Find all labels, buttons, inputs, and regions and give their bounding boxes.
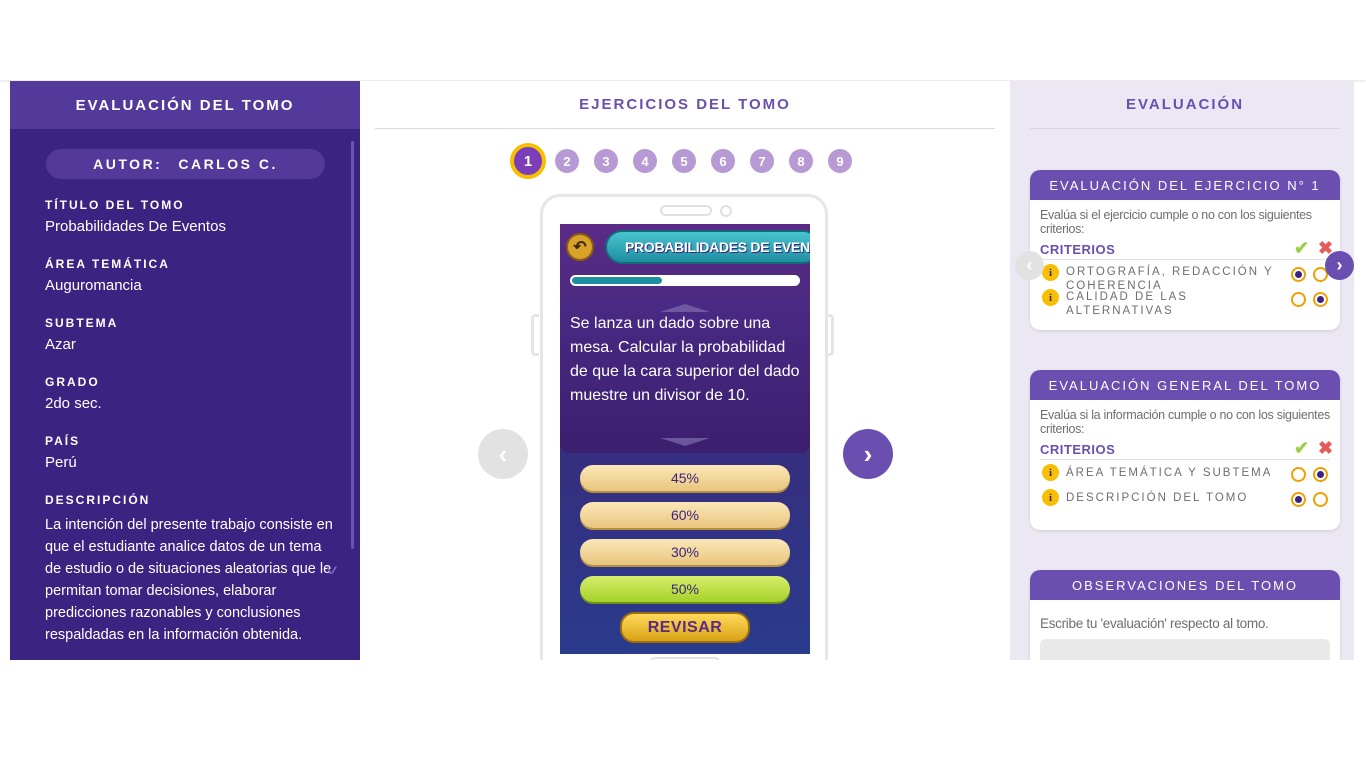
criterion-yes-radio[interactable] bbox=[1291, 492, 1306, 507]
criterion-yes-radio[interactable] bbox=[1291, 467, 1306, 482]
game-screen: PROBABILIDADES DE EVENTOS ↶ Se lanza un … bbox=[560, 224, 810, 654]
observations-card: OBSERVACIONES DEL TOMO Escribe tu 'evalu… bbox=[1030, 570, 1340, 660]
observations-prompt: Escribe tu 'evaluación' respecto al tomo… bbox=[1040, 616, 1269, 631]
field-label-area: ÁREA TEMÁTICA bbox=[45, 257, 170, 271]
exercise-number-3[interactable]: 3 bbox=[594, 149, 618, 173]
exercise-number-5[interactable]: 5 bbox=[672, 149, 696, 173]
top-bar bbox=[0, 0, 1366, 80]
answer-option-3[interactable]: 30% bbox=[580, 539, 790, 565]
card-title: EVALUACIÓN GENERAL DEL TOMO bbox=[1030, 370, 1340, 400]
observations-textarea[interactable] bbox=[1040, 639, 1330, 660]
card-title: OBSERVACIONES DEL TOMO bbox=[1030, 570, 1340, 600]
phone-camera bbox=[720, 205, 732, 217]
card-title: EVALUACIÓN DEL EJERCICIO N° 1 bbox=[1030, 170, 1340, 200]
author-badge: AUTOR: CARLOS C. bbox=[46, 149, 325, 179]
criterion-no-radio[interactable] bbox=[1313, 292, 1328, 307]
field-value-country: Perú bbox=[45, 454, 77, 471]
exercise-number-4[interactable]: 4 bbox=[633, 149, 657, 173]
criterion-row: i DESCRIPCIÓN DEL TOMO bbox=[1040, 485, 1330, 510]
info-icon[interactable]: i bbox=[1042, 264, 1059, 281]
info-icon[interactable]: i bbox=[1042, 489, 1059, 506]
chevron-down-icon[interactable]: v bbox=[326, 561, 337, 577]
phone-side-button-left bbox=[531, 314, 539, 356]
panel-title: EVALUACIÓN DEL TOMO bbox=[10, 81, 360, 129]
field-label-title: TÍTULO DEL TOMO bbox=[45, 198, 185, 212]
exercise-number-7[interactable]: 7 bbox=[750, 149, 774, 173]
general-evaluation-card: EVALUACIÓN GENERAL DEL TOMO Evalúa si la… bbox=[1030, 370, 1340, 530]
exercise-number-2[interactable]: 2 bbox=[555, 149, 579, 173]
field-label-country: PAÍS bbox=[45, 434, 81, 448]
exercise-evaluation-card: EVALUACIÓN DEL EJERCICIO N° 1 Evalúa si … bbox=[1030, 170, 1340, 330]
author-label: AUTOR: bbox=[93, 156, 163, 172]
question-text: Se lanza un dado sobre una mesa. Calcula… bbox=[560, 298, 810, 453]
exercise-number-1[interactable]: 1 bbox=[510, 143, 546, 179]
game-title: PROBABILIDADES DE EVENTOS bbox=[605, 230, 810, 264]
criterion-label: CALIDAD DE LAS ALTERNATIVAS bbox=[1066, 291, 1188, 317]
panel-scrollbar[interactable] bbox=[351, 141, 354, 549]
criteria-header: CRITERIOS ✔ ✖ bbox=[1040, 438, 1334, 460]
card-intro: Evalúa si la información cumple o no con… bbox=[1040, 408, 1330, 436]
book-fields: TÍTULO DEL TOMO Probabilidades De Evento… bbox=[45, 196, 335, 646]
criteria-header: CRITERIOS ✔ ✖ bbox=[1040, 238, 1333, 260]
exercises-title: EJERCICIOS DEL TOMO bbox=[375, 81, 995, 129]
card-intro: Evalúa si el ejercicio cumple o no con l… bbox=[1040, 208, 1312, 236]
field-value-subtopic: Azar bbox=[45, 336, 76, 353]
exercise-pager: 1 2 3 4 5 6 7 8 9 bbox=[510, 143, 867, 179]
review-button[interactable]: REVISAR bbox=[620, 612, 750, 643]
exercise-number-8[interactable]: 8 bbox=[789, 149, 813, 173]
chevron-left-icon[interactable]: ‹ bbox=[478, 429, 528, 479]
exercise-number-6[interactable]: 6 bbox=[711, 149, 735, 173]
progress-fill bbox=[572, 277, 663, 284]
check-icon: ✔ bbox=[1294, 238, 1310, 258]
criterion-label: ÁREA TEMÁTICA Y SUBTEMA bbox=[1066, 467, 1273, 479]
criterion-row: i CALIDAD DE LAS ALTERNATIVAS bbox=[1040, 285, 1330, 317]
bottom-area bbox=[0, 660, 1366, 768]
phone-side-button-right bbox=[826, 314, 834, 356]
field-value-grade: 2do sec. bbox=[45, 395, 102, 412]
chevron-right-icon[interactable]: › bbox=[843, 429, 893, 479]
answer-option-1[interactable]: 45% bbox=[580, 465, 790, 491]
criterion-no-radio[interactable] bbox=[1313, 467, 1328, 482]
criterion-yes-radio[interactable] bbox=[1291, 267, 1306, 282]
field-label-description: DESCRIPCIÓN bbox=[45, 493, 151, 507]
criteria-label: CRITERIOS bbox=[1040, 442, 1116, 457]
evaluation-title: EVALUACIÓN bbox=[1030, 81, 1340, 129]
answer-option-2[interactable]: 60% bbox=[580, 502, 790, 528]
evaluation-panel: EVALUACIÓN EVALUACIÓN DEL EJERCICIO N° 1… bbox=[1010, 81, 1354, 660]
author-name: CARLOS C. bbox=[178, 156, 278, 172]
field-label-subtopic: SUBTEMA bbox=[45, 316, 119, 330]
book-info-panel: EVALUACIÓN DEL TOMO AUTOR: CARLOS C. TÍT… bbox=[10, 81, 360, 660]
field-value-area: Auguromancia bbox=[45, 277, 142, 294]
criterion-row: i ORTOGRAFÍA, REDACCIÓN Y COHERENCIA bbox=[1040, 260, 1330, 292]
chevron-right-icon[interactable]: › bbox=[1325, 251, 1354, 280]
undo-arrow-icon[interactable]: ↶ bbox=[566, 233, 594, 261]
criteria-label: CRITERIOS bbox=[1040, 242, 1116, 257]
cross-icon: ✖ bbox=[1318, 438, 1334, 458]
criterion-label: DESCRIPCIÓN DEL TOMO bbox=[1066, 492, 1249, 504]
field-label-grade: GRADO bbox=[45, 375, 100, 389]
answer-option-4[interactable]: 50% bbox=[580, 576, 790, 602]
criterion-row: i ÁREA TEMÁTICA Y SUBTEMA bbox=[1040, 460, 1330, 485]
phone-speaker bbox=[660, 205, 712, 216]
criterion-yes-radio[interactable] bbox=[1291, 292, 1306, 307]
field-value-title: Probabilidades De Eventos bbox=[45, 218, 226, 235]
info-icon[interactable]: i bbox=[1042, 289, 1059, 306]
field-value-description: La intención del presente trabajo consis… bbox=[45, 517, 333, 643]
exercise-number-9[interactable]: 9 bbox=[828, 149, 852, 173]
info-icon[interactable]: i bbox=[1042, 464, 1059, 481]
check-icon: ✔ bbox=[1294, 438, 1310, 458]
chevron-left-icon[interactable]: ‹ bbox=[1015, 251, 1044, 280]
exercises-panel: EJERCICIOS DEL TOMO 1 2 3 4 5 6 7 8 9 PR… bbox=[360, 81, 1010, 660]
criterion-no-radio[interactable] bbox=[1313, 492, 1328, 507]
